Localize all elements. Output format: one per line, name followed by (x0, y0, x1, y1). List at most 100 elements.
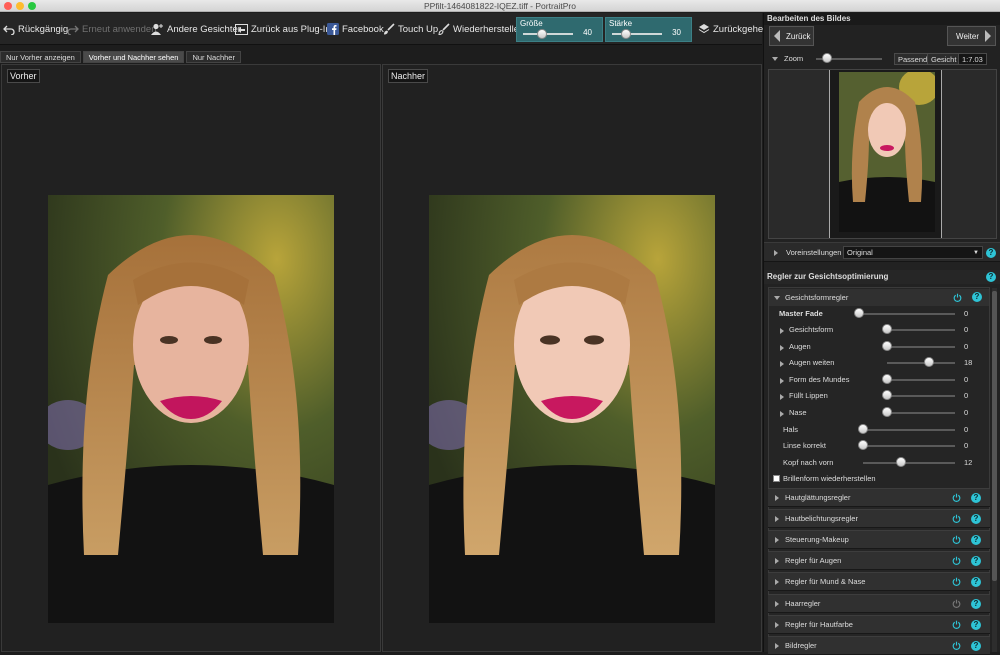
size-slider-track[interactable] (523, 33, 573, 35)
face-zoom-button[interactable]: Gesicht (927, 53, 961, 65)
slider-expand-icon[interactable] (780, 345, 784, 351)
size-slider-knob[interactable] (537, 29, 547, 39)
power-icon[interactable] (952, 599, 961, 608)
glasses-checkbox[interactable] (773, 475, 780, 482)
zoom-window-button[interactable] (28, 2, 36, 10)
presets-expand-icon[interactable] (774, 250, 778, 256)
strength-slider-knob[interactable] (621, 29, 631, 39)
slider-track[interactable] (863, 429, 955, 431)
brush-icon (384, 23, 395, 35)
face-shape-group-header[interactable]: Gesichtsformregler ? (769, 289, 989, 306)
minimize-window-button[interactable] (16, 2, 24, 10)
slider-knob[interactable] (896, 457, 906, 467)
slider-knob[interactable] (882, 407, 892, 417)
back-from-plugin-button[interactable]: Zurück aus Plug-In (235, 13, 331, 45)
undo-button[interactable]: Rückgängig (3, 13, 68, 45)
power-icon[interactable] (952, 620, 961, 629)
restore-label: Wiederherstellen (453, 23, 525, 35)
help-icon[interactable]: ? (971, 599, 981, 609)
navigator-thumbnail (839, 72, 935, 232)
slider-knob[interactable] (882, 324, 892, 334)
next-button[interactable]: Weiter (947, 26, 996, 46)
tab-before-only[interactable]: Nur Vorher anzeigen (0, 51, 81, 63)
zoom-slider-knob[interactable] (822, 53, 832, 63)
strength-slider-track[interactable] (612, 33, 662, 35)
fit-button[interactable]: Passend (894, 53, 932, 65)
navigator-preview[interactable] (768, 69, 997, 239)
power-icon[interactable] (952, 514, 961, 523)
section-label: Hautglättungsregler (785, 493, 851, 502)
after-photo[interactable] (429, 195, 715, 623)
slider-knob[interactable] (858, 440, 868, 450)
section-expand-icon (775, 579, 779, 585)
power-icon[interactable] (952, 641, 961, 650)
help-icon[interactable]: ? (971, 577, 981, 587)
slider-knob[interactable] (882, 341, 892, 351)
slider-expand-icon[interactable] (780, 411, 784, 417)
section-header[interactable]: Regler für Augen? (768, 551, 990, 570)
help-icon[interactable]: ? (971, 620, 981, 630)
section-label: Regler für Hautfarbe (785, 620, 853, 629)
section-header[interactable]: Hautbelichtungsregler? (768, 509, 990, 528)
section-expand-icon (775, 495, 779, 501)
help-icon[interactable]: ? (971, 535, 981, 545)
panel-scrollbar[interactable] (992, 288, 997, 652)
presets-help-icon[interactable]: ? (986, 248, 996, 258)
slider-expand-icon[interactable] (780, 328, 784, 334)
master-fade-knob[interactable] (854, 308, 864, 318)
facebook-button[interactable]: Facebook (327, 13, 384, 45)
slider-expand-icon[interactable] (780, 378, 784, 384)
section-header[interactable]: Regler für Mund & Nase? (768, 572, 990, 591)
section-header[interactable]: Bildregler? (768, 636, 990, 655)
restore-button[interactable]: Wiederherstellen (438, 13, 524, 45)
slider-expand-icon[interactable] (780, 361, 784, 367)
slider-track[interactable] (863, 445, 955, 447)
other-faces-button[interactable]: Andere Gesichter (151, 13, 241, 45)
face-shape-help-icon[interactable]: ? (972, 292, 982, 302)
section-header[interactable]: Haarregler? (768, 594, 990, 613)
section-header[interactable]: Steuerung-Makeup? (768, 530, 990, 549)
redo-button[interactable]: Erneut anwenden (67, 13, 156, 45)
tab-before-after[interactable]: Vorher und Nachher sehen (82, 51, 185, 63)
power-icon[interactable] (952, 535, 961, 544)
touch-up-button[interactable]: Touch Up (383, 13, 438, 45)
power-icon[interactable] (952, 577, 961, 586)
slider-knob[interactable] (882, 374, 892, 384)
section-expand-icon (775, 643, 779, 649)
help-icon[interactable]: ? (971, 514, 981, 524)
tab-after-only[interactable]: Nur Nachher (186, 51, 241, 63)
panel-scrollbar-thumb[interactable] (992, 291, 997, 581)
section-header[interactable]: Regler für Hautfarbe? (768, 615, 990, 634)
master-fade-value: 0 (964, 309, 969, 318)
reset-button[interactable]: Zurückgehen (698, 13, 768, 45)
power-icon[interactable] (952, 556, 961, 565)
slider-track[interactable] (887, 379, 955, 381)
size-value: 40 (583, 28, 592, 37)
master-fade-track[interactable] (859, 313, 955, 315)
slider-knob[interactable] (924, 357, 934, 367)
slider-knob[interactable] (858, 424, 868, 434)
slider-track[interactable] (887, 346, 955, 348)
face-section-help-icon[interactable]: ? (986, 272, 996, 282)
slider-track[interactable] (887, 329, 955, 331)
close-window-button[interactable] (4, 2, 12, 10)
section-header[interactable]: Hautglättungsregler? (768, 488, 990, 507)
presets-dropdown[interactable]: Original ▼ (843, 246, 983, 259)
back-button[interactable]: Zurück (769, 26, 814, 46)
help-icon[interactable]: ? (971, 641, 981, 651)
slider-track[interactable] (887, 362, 955, 364)
back-from-plugin-label: Zurück aus Plug-In (251, 23, 331, 35)
slider-track[interactable] (887, 412, 955, 414)
zoom-collapse-icon[interactable] (772, 57, 778, 61)
before-photo[interactable] (48, 195, 334, 623)
slider-knob[interactable] (882, 390, 892, 400)
presets-label: Voreinstellungen (786, 248, 842, 257)
slider-track[interactable] (887, 395, 955, 397)
help-icon[interactable]: ? (971, 556, 981, 566)
power-icon[interactable] (952, 493, 961, 502)
help-icon[interactable]: ? (971, 493, 981, 503)
slider-track[interactable] (863, 462, 955, 464)
face-shape-power-icon[interactable] (953, 293, 962, 302)
slider-expand-icon[interactable] (780, 394, 784, 400)
presets-value: Original (847, 248, 873, 257)
